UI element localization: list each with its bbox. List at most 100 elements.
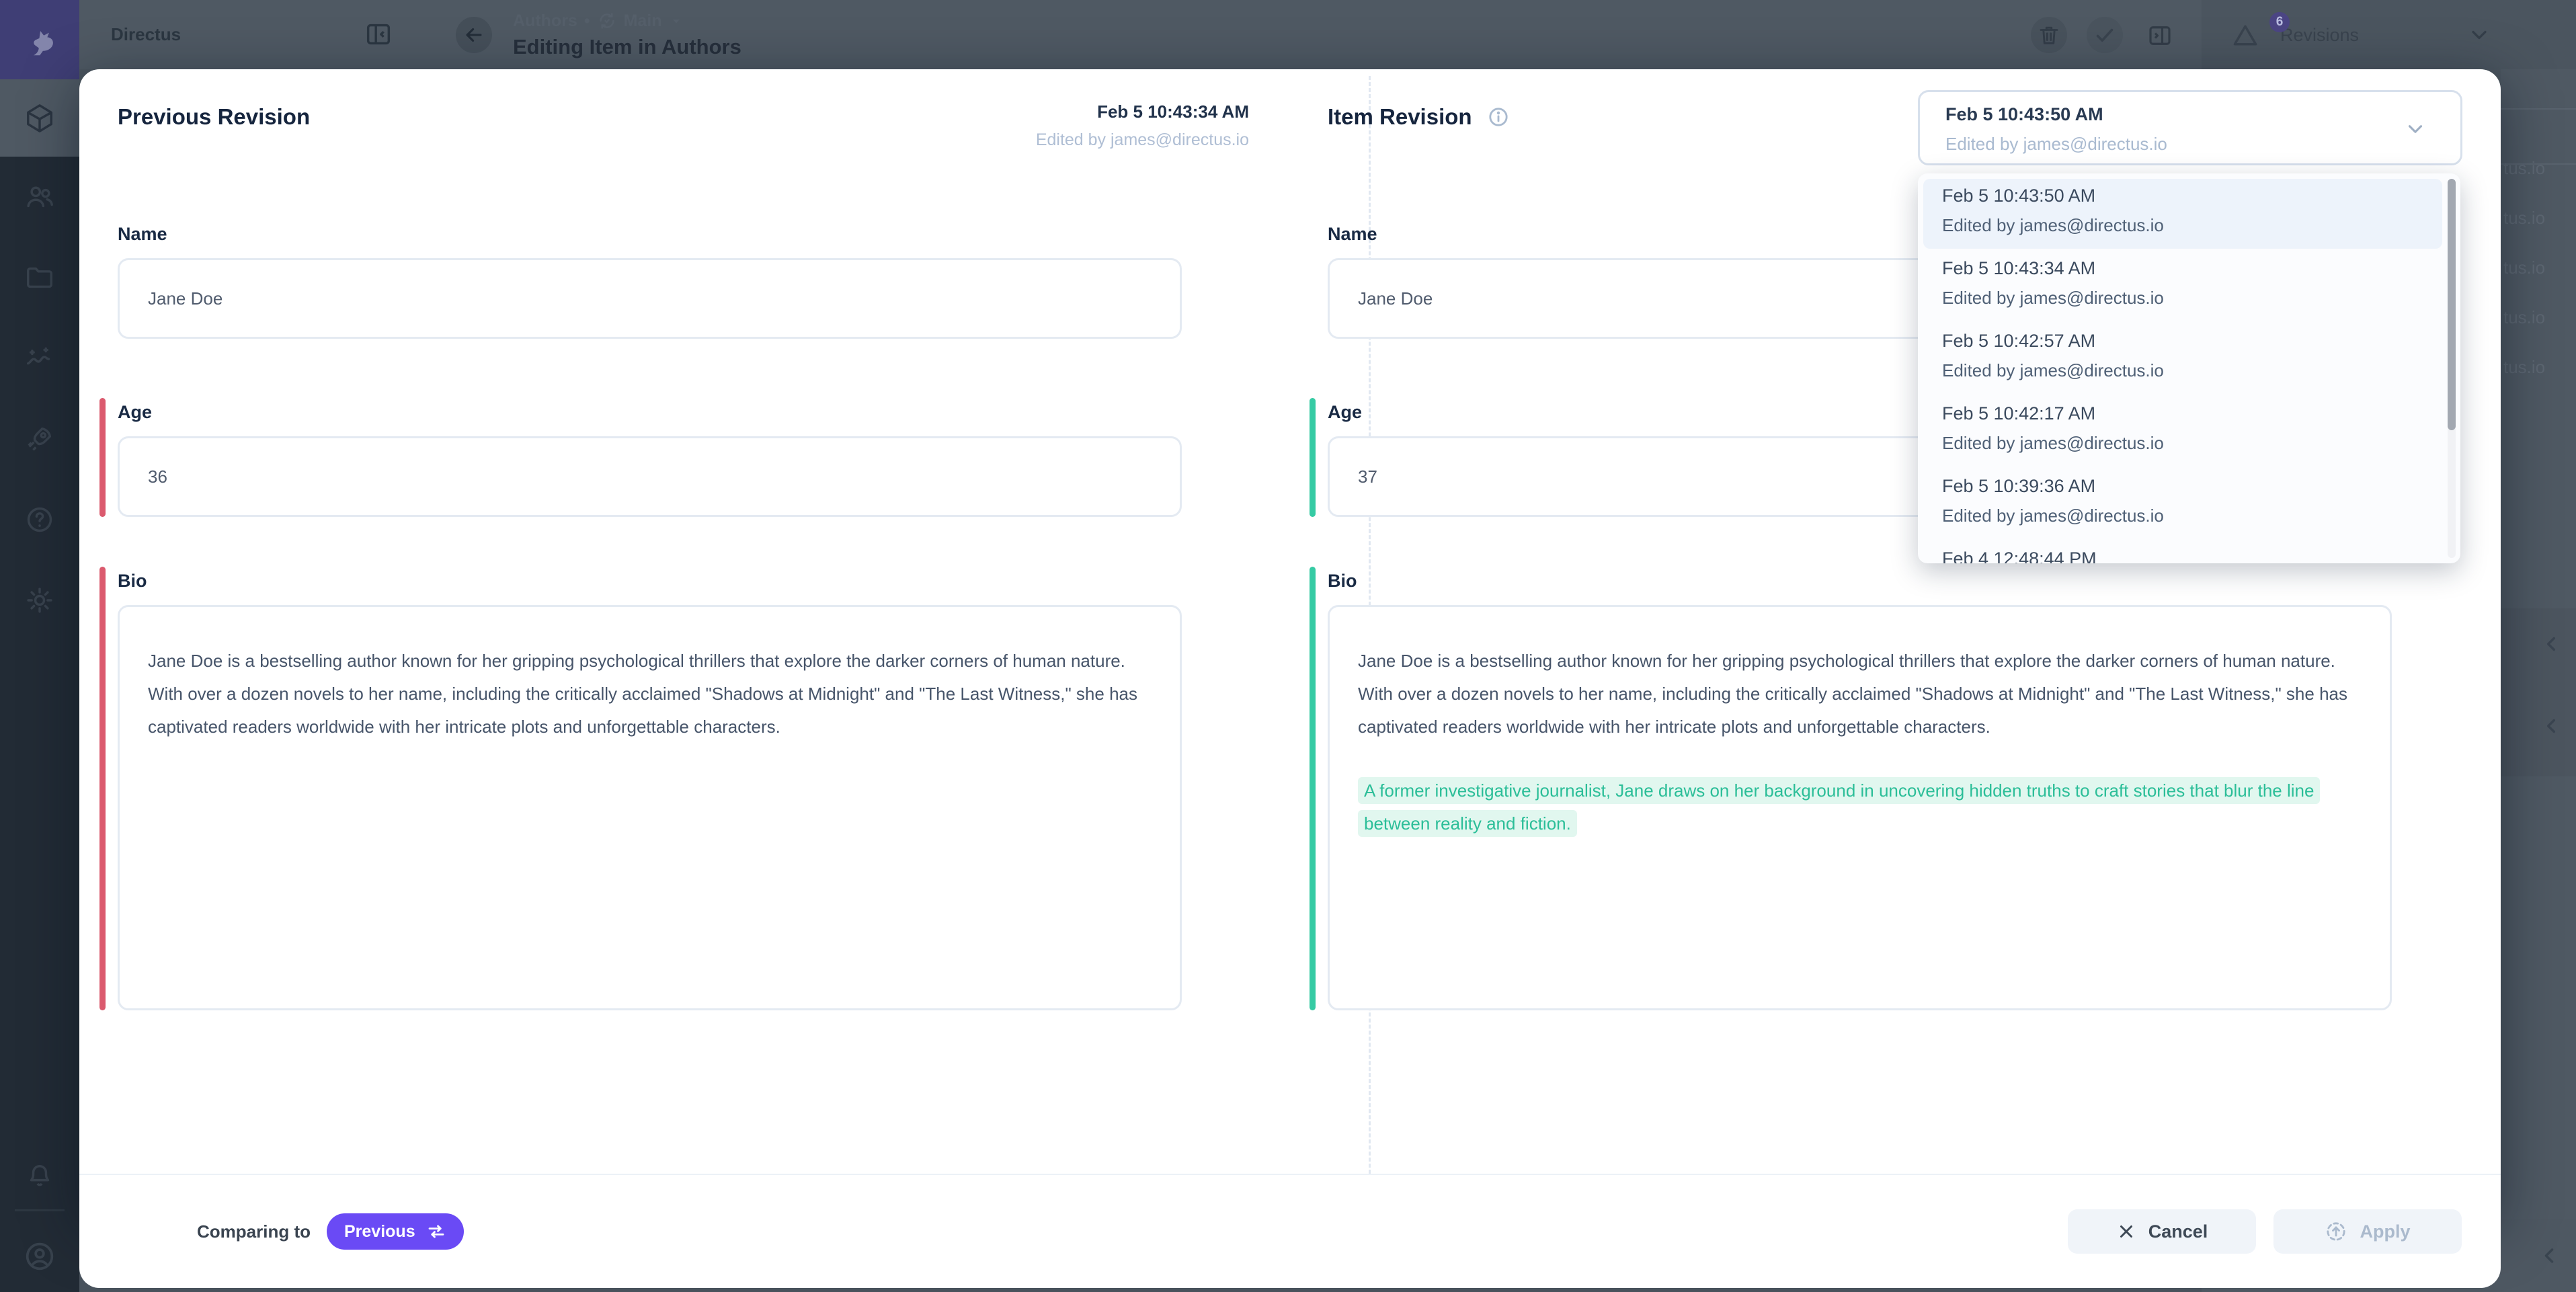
dropdown-scrollbar-thumb[interactable]: [2448, 179, 2456, 430]
module-item-users[interactable]: [0, 160, 79, 234]
revision-option-editor: Edited by james@directus.io: [1942, 506, 2164, 526]
avatar-icon: [23, 1240, 56, 1273]
folder-icon: [24, 262, 55, 293]
previous-name-label: Name: [118, 224, 1182, 245]
arrow-left-icon: [462, 24, 485, 46]
revision-option-editor: Edited by james@directus.io: [1942, 288, 2164, 309]
comparing-to-label: Comparing to: [197, 1221, 311, 1242]
current-bio-label: Bio: [1328, 571, 2392, 592]
collapse-sidebar-button[interactable]: [363, 19, 394, 50]
users-icon: [24, 181, 55, 212]
previous-name-input[interactable]: Jane Doe: [118, 258, 1182, 339]
breadcrumb[interactable]: Authors • Main: [513, 11, 684, 31]
drawer-divider: [2501, 108, 2576, 110]
current-age-value: 37: [1358, 467, 1377, 487]
revision-option-time: Feb 5 10:43:34 AM: [1942, 258, 2095, 279]
page-title: Editing Item in Authors: [513, 35, 741, 59]
previous-name-field: Name Jane Doe: [118, 224, 1182, 339]
collections-icon: [0, 81, 79, 155]
breadcrumb-version: Main: [624, 11, 662, 31]
module-bar: [0, 0, 79, 1292]
chevron-left-icon[interactable]: [2540, 633, 2563, 655]
cancel-button[interactable]: Cancel: [2068, 1209, 2256, 1254]
user-avatar-button[interactable]: [0, 1219, 79, 1292]
breadcrumb-collection: Authors: [513, 11, 577, 31]
bell-icon: [24, 1159, 55, 1190]
screen: Directus Authors • Main Editing Item in …: [0, 0, 2576, 1292]
chevron-left-icon[interactable]: [2540, 715, 2563, 737]
previous-age-value: 36: [148, 467, 167, 487]
current-bio-text: Jane Doe is a bestselling author known f…: [1358, 651, 2347, 737]
revision-option-time: Feb 5 10:39:36 AM: [1942, 476, 2095, 497]
panel-right-icon: [2146, 22, 2174, 50]
revision-select-subvalue: Edited by james@directus.io: [1945, 134, 2167, 155]
revision-option[interactable]: Feb 5 10:42:17 AM Edited by james@direct…: [1923, 397, 2442, 467]
compare-target-chip[interactable]: Previous: [327, 1213, 464, 1250]
previous-bio-input[interactable]: Jane Doe is a bestselling author known f…: [118, 605, 1182, 1010]
apply-button[interactable]: Apply: [2273, 1209, 2462, 1254]
module-item-insights[interactable]: [0, 321, 79, 395]
revision-option-time: Feb 5 10:42:57 AM: [1942, 331, 2095, 352]
drawer-row-fragment: tus.io: [2503, 257, 2545, 278]
changed-field-accent-red: [99, 398, 106, 517]
item-revision-title: Item Revision: [1328, 104, 1510, 130]
open-sidebar-button[interactable]: [2146, 22, 2174, 50]
revision-option-time: Feb 4 12:48:44 PM: [1942, 549, 2097, 563]
module-item-help[interactable]: [0, 483, 79, 557]
module-item-settings[interactable]: [0, 563, 79, 637]
version-sync-icon: [597, 11, 617, 31]
gear-icon: [24, 585, 55, 616]
revision-option[interactable]: Feb 4 12:48:44 PM Edited by james@direct…: [1923, 542, 2442, 563]
check-icon: [2093, 23, 2117, 47]
previous-revision-date: Feb 5 10:43:34 AM: [1036, 102, 1249, 122]
module-item-content-active[interactable]: [0, 79, 79, 157]
drawer-section-band: [2501, 608, 2576, 776]
save-item-button[interactable]: [2087, 17, 2123, 53]
drawer-row-fragment: tus.io: [2503, 158, 2545, 179]
chevron-left-icon[interactable]: [2537, 1244, 2561, 1268]
apply-revert-icon: [2325, 1220, 2347, 1243]
drawer-row-fragment: tus.io: [2503, 307, 2545, 328]
close-icon: [2116, 1221, 2136, 1242]
info-icon[interactable]: [1487, 106, 1510, 128]
current-bio-input[interactable]: Jane Doe is a bestselling author known f…: [1328, 605, 2392, 1010]
caret-down-icon: [669, 13, 684, 28]
previous-revision-title-text: Previous Revision: [118, 104, 310, 130]
revision-option-selected[interactable]: Feb 5 10:43:50 AM Edited by james@direct…: [1923, 179, 2442, 249]
trash-icon: [2037, 23, 2061, 47]
back-button[interactable]: [456, 17, 492, 53]
breadcrumb-separator: •: [584, 11, 590, 31]
chevron-down-icon: [2404, 118, 2427, 140]
previous-bio-field: Bio Jane Doe is a bestselling author kno…: [118, 571, 1182, 1010]
changed-field-accent-green: [1310, 398, 1316, 517]
revision-option-time: Feb 5 10:43:50 AM: [1942, 186, 2095, 206]
revision-select-value: Feb 5 10:43:50 AM: [1945, 104, 2103, 125]
previous-bio-label: Bio: [118, 571, 1182, 592]
revisions-label: Revisions: [2280, 25, 2359, 46]
previous-revision-meta: Feb 5 10:43:34 AM Edited by james@direct…: [1036, 102, 1249, 150]
revision-dropdown-menu: Feb 5 10:43:50 AM Edited by james@direct…: [1918, 173, 2460, 563]
revision-select-trigger[interactable]: Feb 5 10:43:50 AM Edited by james@direct…: [1918, 90, 2462, 165]
rocket-icon: [24, 423, 55, 454]
delete-item-button[interactable]: [2031, 17, 2067, 53]
previous-age-input[interactable]: 36: [118, 436, 1182, 517]
revisions-drawer-header[interactable]: 6 Revisions: [2202, 0, 2576, 69]
chevron-down-icon[interactable]: [2467, 23, 2491, 47]
revision-option[interactable]: Feb 5 10:42:57 AM Edited by james@direct…: [1923, 324, 2442, 394]
current-bio-added-text: A former investigative journalist, Jane …: [1358, 777, 2320, 837]
previous-revision-title: Previous Revision: [118, 104, 310, 130]
changed-field-accent-green: [1310, 567, 1316, 1010]
previous-age-label: Age: [118, 402, 1182, 423]
revision-option[interactable]: Feb 5 10:39:36 AM Edited by james@direct…: [1923, 469, 2442, 539]
apply-button-label: Apply: [2360, 1221, 2410, 1242]
directus-logo[interactable]: [0, 0, 79, 79]
revision-option[interactable]: Feb 5 10:43:34 AM Edited by james@direct…: [1923, 251, 2442, 321]
previous-revision-editor: Edited by james@directus.io: [1036, 130, 1249, 150]
notifications-button[interactable]: [0, 1137, 79, 1211]
module-item-marketplace[interactable]: [0, 402, 79, 476]
insights-icon: [24, 343, 55, 374]
module-item-files[interactable]: [0, 241, 79, 315]
current-bio-added-block: A former investigative journalist, Jane …: [1358, 774, 2362, 840]
changed-field-accent-red: [99, 567, 106, 1010]
revision-option-editor: Edited by james@directus.io: [1942, 215, 2164, 236]
